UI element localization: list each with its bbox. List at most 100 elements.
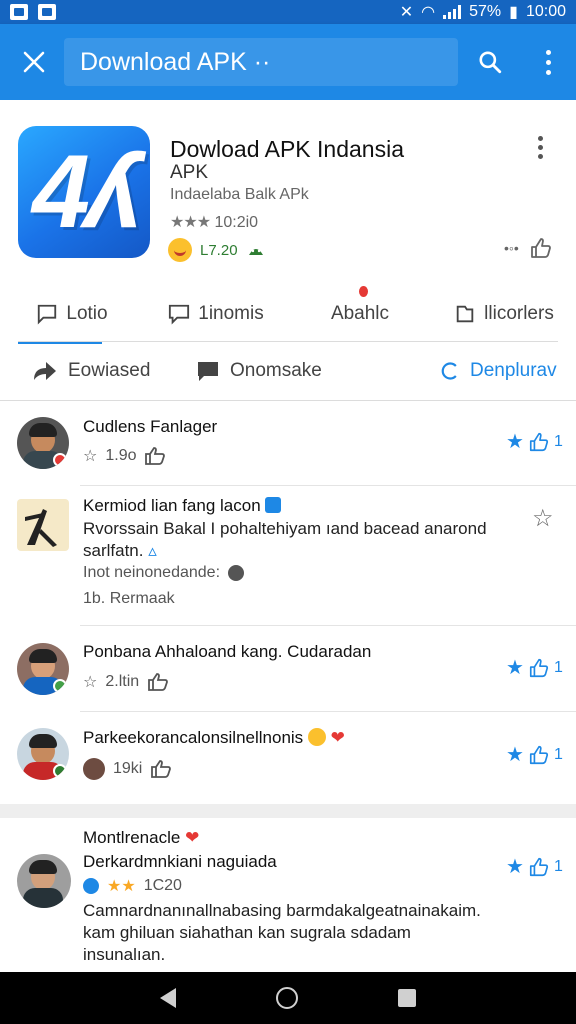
chat-icon [198, 362, 218, 381]
app-share-row: •◦• [504, 236, 553, 260]
refresh-action[interactable]: Denplurav [440, 360, 557, 382]
star-icon: ★ [506, 744, 524, 766]
thumbs-up-icon [529, 658, 549, 677]
emoji-icon [307, 728, 326, 746]
comments-action-label: Onomsake [230, 360, 322, 381]
rating-stars: ★★★ [170, 214, 211, 231]
status-notifications [10, 4, 56, 20]
app-menu-button[interactable] [538, 136, 543, 159]
share-arrow-icon [34, 362, 56, 380]
tab-label: Abahlc [330, 303, 390, 324]
notification-app-icon [10, 4, 28, 20]
folder-outline-icon [456, 305, 474, 323]
avatar[interactable] [17, 728, 69, 780]
comment-item[interactable]: Ponbana Ahhaloand kang. Cudaradan ☆ 2.lt… [0, 626, 576, 712]
home-icon[interactable] [276, 987, 298, 1009]
featured-author: Montlrenacle ❤ [83, 828, 200, 847]
like-button[interactable]: ★ 1 [506, 854, 563, 879]
close-button[interactable] [0, 24, 68, 100]
overflow-menu-button[interactable] [528, 42, 568, 82]
avatar[interactable] [17, 643, 69, 695]
notification-image-icon [38, 4, 56, 20]
comment-meta: ☆ 1.9o [83, 446, 166, 466]
comment-author: Ponbana Ahhaloand kang. Cudaradan [83, 642, 372, 661]
reply-count[interactable]: 1b. Rermaak [83, 590, 175, 608]
search-field[interactable]: Download APK ·· [64, 38, 458, 86]
comment-body: Rvorssain Bakal I pohaltehiyam ıand bace… [83, 519, 487, 560]
thumbs-up-outline-icon[interactable] [529, 236, 553, 260]
featured-body: Camnardnanınallnabasing barmdakalgeatnai… [83, 901, 481, 964]
back-icon[interactable] [160, 988, 176, 1008]
refresh-action-label: Denplurav [470, 360, 557, 381]
comment-item[interactable]: Kermiod lian fang lacon Rvorssain Bakal … [0, 486, 576, 626]
reply-icon[interactable] [144, 446, 166, 466]
comment-meta: ☆ 2.ltin [83, 672, 169, 692]
download-action-label: Eowiased [68, 360, 151, 381]
comments-action[interactable]: Onomsake [196, 360, 322, 382]
refresh-icon [441, 362, 457, 380]
system-nav-bar [0, 972, 576, 1024]
thumbs-up-icon [529, 745, 549, 764]
search-field-text: Download APK ·· [80, 47, 271, 76]
drive-icon: ▵ [148, 541, 157, 560]
wifi-icon: ◠ [421, 4, 436, 21]
like-button[interactable]: ★ 1 [506, 742, 563, 767]
app-title: Dowload APK Indansia [170, 136, 404, 162]
like-button[interactable]: ★ 1 [506, 655, 563, 680]
comment-author: Parkeekorancalonsilnellnonis ❤ [83, 728, 345, 747]
avatar-image[interactable] [17, 499, 69, 551]
comment-meta: 19ki [83, 758, 172, 780]
actions-divider [0, 400, 576, 401]
mini-avatar [83, 758, 105, 780]
tab-1inomis[interactable]: 1inomis [144, 286, 288, 342]
signal-icon [443, 5, 462, 19]
thumbs-up-icon [529, 432, 549, 451]
share-icon[interactable]: •◦• [504, 240, 519, 256]
like-button[interactable]: ★ 1 [506, 429, 563, 454]
avatar[interactable] [17, 417, 69, 469]
tab-abahlc[interactable]: Abahlc [288, 286, 432, 342]
comment-item[interactable]: Cudlens Fanlager ☆ 1.9o ★ 1 [0, 402, 576, 486]
app-logo: 4ʎ [18, 126, 150, 258]
comment-meta-text: 1.9o [105, 447, 137, 464]
star-icon: ★ [506, 431, 524, 453]
rating-text: 10:2i0 [214, 214, 259, 231]
like-count: 1 [553, 432, 563, 450]
star-outline-icon: ☆ [83, 448, 98, 465]
rating-stars: ★★ [107, 878, 136, 895]
featured-comment-card[interactable]: Montlrenacle ❤ Derkardmnkiani naguiada ★… [0, 818, 576, 974]
comment-author: Kermiod lian fang lacon [83, 496, 282, 516]
reply-icon[interactable] [150, 759, 172, 779]
status-bar: ✕ ◠ 57% ▮ 10:00 [0, 0, 576, 24]
app-badges: L7.20 [168, 238, 266, 262]
clock: 10:00 [525, 3, 566, 20]
app-details-card: 4ʎ Dowload APK Indansia APK Indaelaba Ba… [0, 100, 576, 804]
tab-label: Lotio [66, 303, 108, 324]
tab-llicorlers[interactable]: llicorlers [432, 286, 576, 342]
featured-rating: ★★ 1C20 [83, 876, 182, 896]
star-icon: ★ [506, 657, 524, 679]
verified-icon [83, 878, 99, 894]
app-developer[interactable]: Indaelaba Balk APk [170, 186, 309, 204]
comment-meta-text: 19ki [113, 760, 143, 777]
star-icon: ★ [506, 856, 524, 878]
reply-icon[interactable] [147, 672, 169, 692]
battery-icon: ▮ [509, 4, 518, 21]
search-button[interactable] [470, 42, 510, 82]
like-count: 1 [553, 857, 563, 875]
comment-item[interactable]: Parkeekorancalonsilnellnonis ❤ 19ki ★ 1 [0, 712, 576, 804]
star-outline-icon[interactable]: ☆ [532, 504, 554, 533]
avatar[interactable] [17, 854, 71, 908]
comment-outline-icon [38, 304, 57, 325]
tab-bar: Lotio 1inomis Abahlc llicorlers [0, 286, 576, 344]
comment-meta-text: 2.ltin [105, 673, 140, 690]
recents-icon[interactable] [398, 989, 416, 1007]
app-bar: Download APK ·· [0, 24, 576, 100]
rating-text: 1C20 [143, 877, 182, 894]
verified-icon [265, 497, 282, 513]
download-action[interactable]: Eowiased [32, 360, 150, 382]
notification-dot-icon [359, 286, 368, 297]
tab-lotio[interactable]: Lotio [0, 286, 144, 344]
like-count: 1 [553, 658, 563, 676]
more-vert-icon [545, 49, 551, 55]
